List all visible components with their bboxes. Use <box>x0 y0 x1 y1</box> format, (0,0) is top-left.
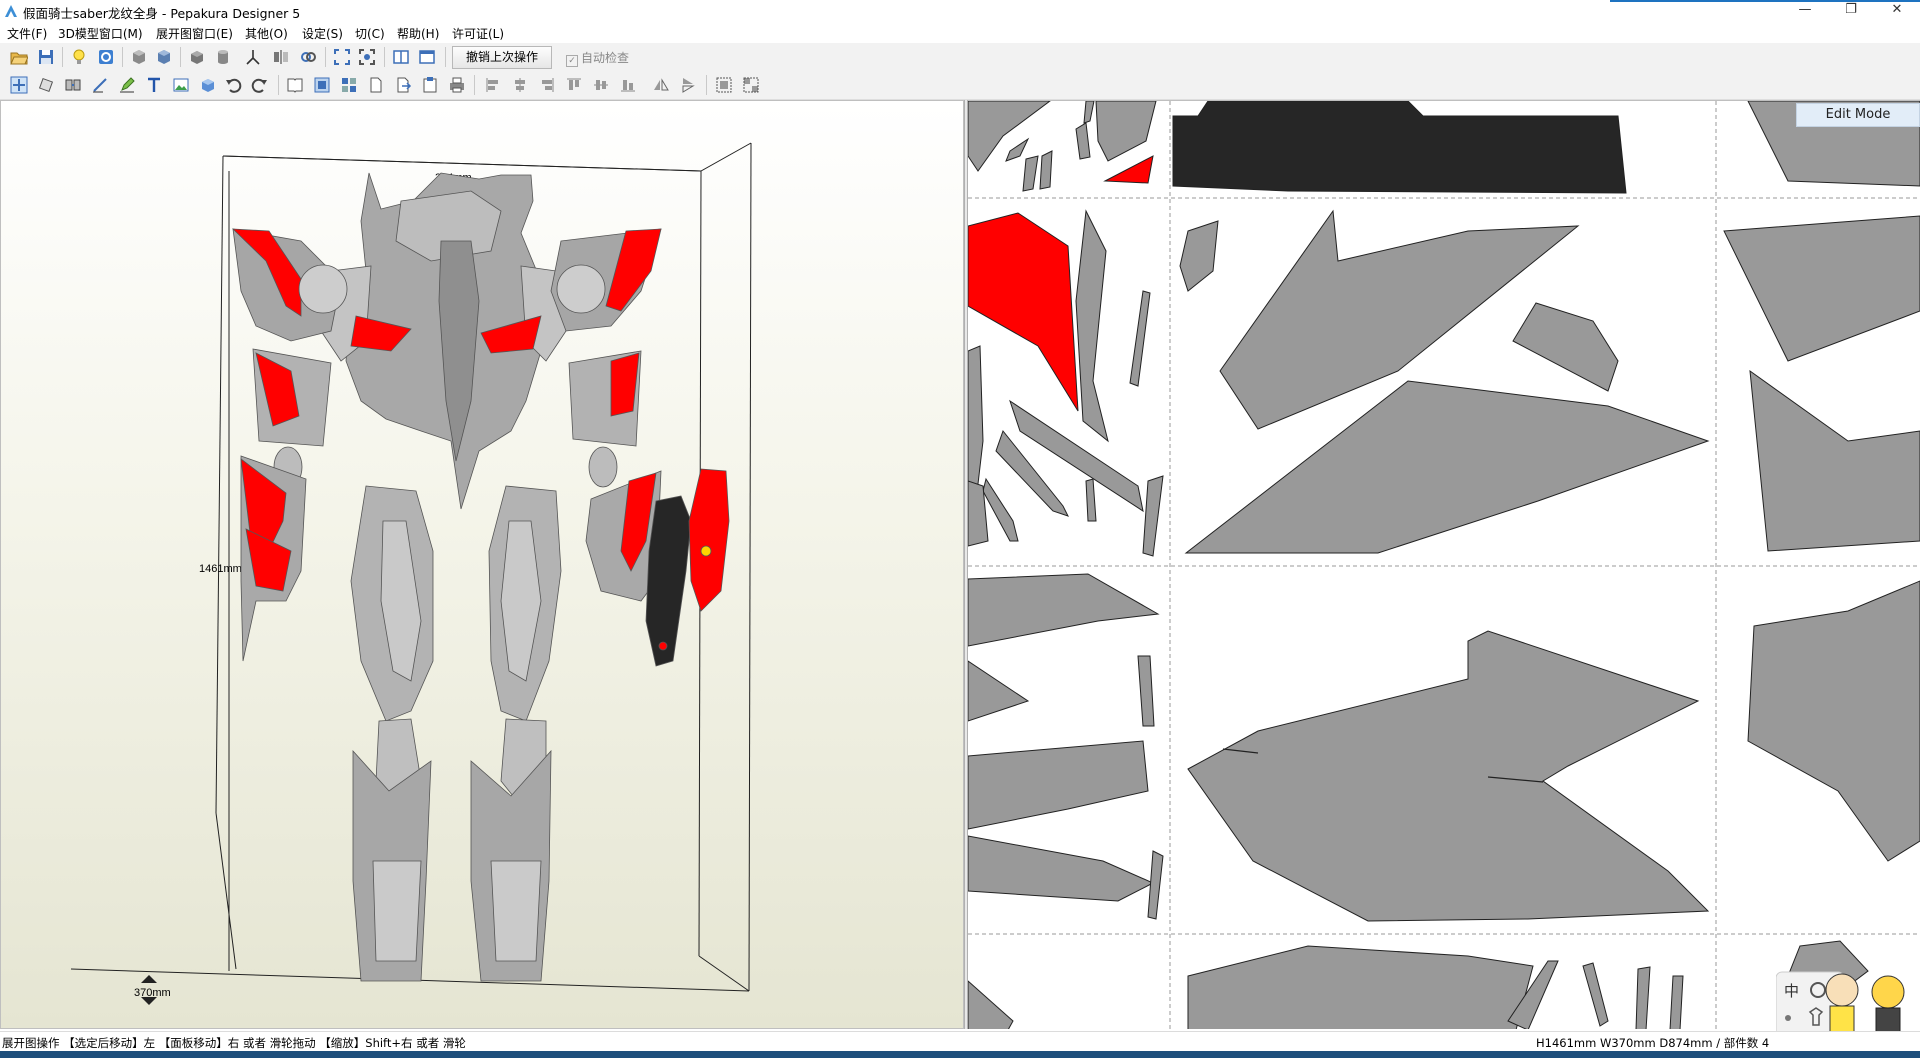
page-export-icon[interactable] <box>394 76 412 94</box>
rotate-view-icon[interactable] <box>97 48 115 66</box>
unfold-canvas[interactable] <box>968 101 1920 1029</box>
clipboard-icon[interactable] <box>421 76 439 94</box>
maximize-button[interactable]: ❐ <box>1828 0 1874 22</box>
status-hint: 展开图操作 【选定后移动】左 【面板移动】右 或者 滑轮拖动 【缩放】Shift… <box>2 1036 466 1050</box>
rotate-part-icon[interactable] <box>37 76 55 94</box>
menu-bar: 文件(F) 3D模型窗口(M) 展开图窗口(E) 其他(O) 设定(S) 切(C… <box>0 22 1920 43</box>
auto-check-toggle[interactable]: ✓ 自动检查 <box>566 49 629 67</box>
align-bottom-icon[interactable] <box>619 76 637 94</box>
status-bar: 展开图操作 【选定后移动】左 【面板移动】右 或者 滑轮拖动 【缩放】Shift… <box>0 1031 1920 1052</box>
flip-horizontal-icon[interactable] <box>652 76 670 94</box>
book-icon[interactable] <box>286 76 304 94</box>
image-tool-icon[interactable] <box>172 76 190 94</box>
split-view-icon[interactable] <box>392 48 410 66</box>
armor-model <box>231 172 730 982</box>
align-center-icon[interactable] <box>511 76 529 94</box>
save-icon[interactable] <box>37 48 55 66</box>
box-icon[interactable] <box>188 48 206 66</box>
dimension-height-label: 1461mm <box>199 563 242 575</box>
depth-arrow-up <box>141 975 157 983</box>
mirror-icon[interactable] <box>272 48 290 66</box>
depth-arrow-down <box>141 997 157 1005</box>
checkbox-icon[interactable]: ✓ <box>566 55 578 67</box>
menu-settings[interactable]: 设定(S) <box>302 25 343 42</box>
model-parts-icon[interactable] <box>130 48 148 66</box>
bald-hero-avatar <box>1825 973 1859 1007</box>
ime-chinese-indicator[interactable]: 中 <box>1784 983 1799 1000</box>
fit-view-icon[interactable] <box>333 48 351 66</box>
align-right-icon[interactable] <box>538 76 556 94</box>
draw-line-icon[interactable] <box>91 76 109 94</box>
arrange-parts-icon[interactable] <box>313 76 331 94</box>
print-icon[interactable] <box>448 76 466 94</box>
dots-icon[interactable] <box>1785 1015 1791 1021</box>
toolbar-separator <box>180 47 181 67</box>
group-icon[interactable] <box>715 76 733 94</box>
model-dimensions-status: H1461mm W370mm D874mm / 部件数 4 <box>1536 1036 1770 1050</box>
menu-cut[interactable]: 切(C) <box>355 25 385 42</box>
text-tool-icon[interactable] <box>145 76 163 94</box>
layout-grid-icon[interactable] <box>340 76 358 94</box>
auto-check-label: 自动检查 <box>581 51 630 65</box>
align-top-icon[interactable] <box>565 76 583 94</box>
toolbar-separator <box>384 47 385 67</box>
toolbar-separator <box>62 47 63 67</box>
join-edges-icon[interactable] <box>64 76 82 94</box>
cube-icon[interactable] <box>199 76 217 94</box>
3d-model-view[interactable]: 374mm 1461mm 370mm <box>0 100 964 1029</box>
taskbar-strip <box>0 1051 1920 1058</box>
link-icon[interactable] <box>299 48 317 66</box>
menu-license[interactable]: 许可证(L) <box>452 25 504 42</box>
blond-hero-avatar <box>1871 975 1905 1009</box>
align-middle-icon[interactable] <box>592 76 610 94</box>
toolbar-separator <box>445 47 446 67</box>
3d-model-canvas[interactable]: 374mm 1461mm 370mm <box>1 101 964 1029</box>
pepakura-app-icon <box>5 5 17 17</box>
unfold-pattern-view[interactable]: Edit Mode <box>968 100 1920 1029</box>
pencil-icon[interactable] <box>118 76 136 94</box>
menu-3d-model-window[interactable]: 3D模型窗口(M) <box>58 25 143 42</box>
toolbar-separator <box>325 47 326 67</box>
light-bulb-icon[interactable] <box>70 48 88 66</box>
zoom-fit-icon[interactable] <box>358 48 376 66</box>
toolbar-separator <box>122 47 123 67</box>
flip-vertical-icon[interactable] <box>679 76 697 94</box>
pattern-parts <box>968 101 1920 1029</box>
ungroup-icon[interactable] <box>742 76 760 94</box>
select-move-icon[interactable] <box>10 76 28 94</box>
undo-icon[interactable] <box>224 76 242 94</box>
align-left-icon[interactable] <box>484 76 502 94</box>
toolbar-separator <box>706 75 707 95</box>
cylinder-icon[interactable] <box>214 48 232 66</box>
main-toolbar: 撤销上次操作 ✓ 自动检查 <box>0 43 1920 72</box>
edit-toolbar <box>0 71 1920 100</box>
menu-file[interactable]: 文件(F) <box>7 25 47 42</box>
window-title: 假面骑士saber龙纹全身 - Pepakura Designer 5 <box>23 6 301 21</box>
axis-icon[interactable] <box>244 48 262 66</box>
toolbar-separator <box>278 75 279 95</box>
title-bar: 假面骑士saber龙纹全身 - Pepakura Designer 5 — ❐ … <box>0 0 1920 23</box>
undo-last-operation-button[interactable]: 撤销上次操作 <box>452 46 552 69</box>
redo-icon[interactable] <box>251 76 269 94</box>
menu-other[interactable]: 其他(O) <box>245 25 288 42</box>
model-texture-icon[interactable] <box>155 48 173 66</box>
toolbar-separator <box>474 75 475 95</box>
minimize-button[interactable]: — <box>1782 0 1828 22</box>
menu-unfold-window[interactable]: 展开图窗口(E) <box>156 25 233 42</box>
close-button[interactable]: ✕ <box>1874 0 1920 22</box>
single-view-icon[interactable] <box>418 48 436 66</box>
edit-mode-badge[interactable]: Edit Mode <box>1796 103 1920 127</box>
page-icon[interactable] <box>367 76 385 94</box>
menu-help[interactable]: 帮助(H) <box>397 25 439 42</box>
open-folder-icon[interactable] <box>10 48 28 66</box>
